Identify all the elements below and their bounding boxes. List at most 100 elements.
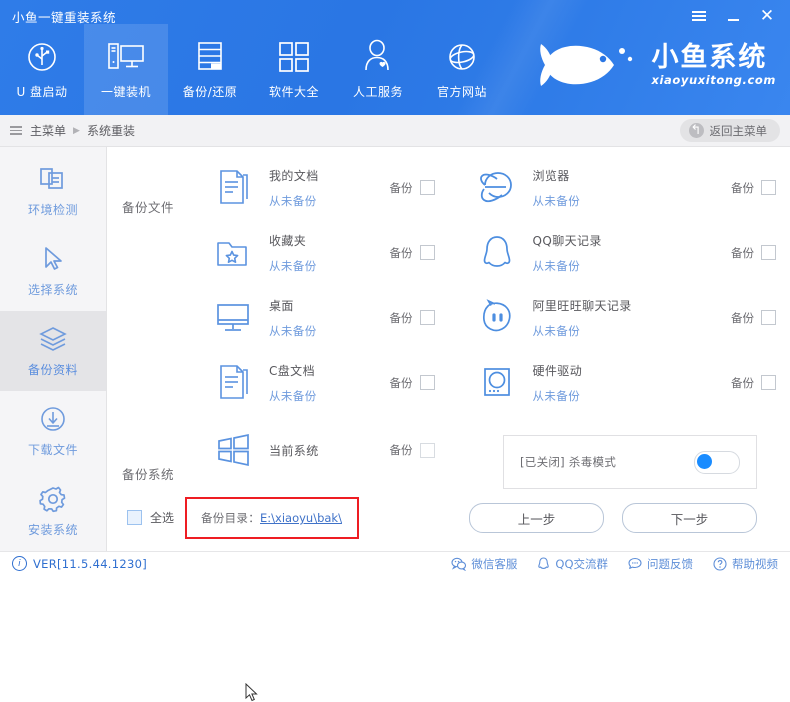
stacked-sheets-icon [37, 324, 69, 354]
backup-checkbox-label: 备份 [390, 180, 413, 196]
nav-item-human-service[interactable]: 人工服务 [336, 24, 420, 115]
minimize-button[interactable] [718, 4, 748, 28]
backup-checkbox[interactable] [420, 180, 435, 195]
windows-logo-icon [205, 432, 261, 468]
qq-penguin-icon [469, 233, 525, 273]
person-heart-icon [361, 35, 395, 79]
select-all-checkbox[interactable] [127, 510, 142, 525]
backup-item-name: QQ聊天记录 [533, 232, 732, 249]
sidebar-item-install-system[interactable]: 安装系统 [0, 471, 106, 551]
backup-item-name: 我的文档 [269, 167, 390, 184]
antivirus-mode-toggle[interactable] [694, 451, 740, 474]
back-to-main-menu-button[interactable]: ↰ 返回主菜单 [680, 119, 781, 142]
backup-item-c-drive-documents[interactable]: C盘文档 从未备份 备份 [117, 350, 449, 415]
antivirus-mode-label: [已关闭] 杀毒模式 [520, 454, 616, 470]
backup-checkbox-group: 备份 [390, 310, 449, 326]
toggle-knob [697, 454, 712, 469]
hard-drive-icon [469, 364, 525, 402]
status-link-feedback[interactable]: 问题反馈 [628, 556, 693, 572]
sidebar-item-environment-check[interactable]: 环境检测 [0, 151, 106, 231]
backup-item-favorites[interactable]: 收藏夹 从未备份 备份 [117, 220, 449, 285]
backup-checkbox[interactable] [761, 310, 776, 325]
status-link-help-video[interactable]: 帮助视频 [713, 556, 778, 572]
grid-squares-icon [277, 35, 311, 79]
layers-copy-icon [38, 164, 68, 194]
nav-item-backup-restore[interactable]: 备份/还原 [168, 24, 252, 115]
backup-item-desktop[interactable]: 桌面 从未备份 备份 [117, 285, 449, 350]
brand-logo: 小鱼系统 xiaoyuxitong.com [535, 34, 776, 96]
backup-item-name: 当前系统 [269, 442, 390, 459]
breadcrumb-separator: ▶ [73, 126, 80, 136]
backup-directory-path[interactable]: E:\xiaoyu\bak\ [260, 511, 342, 525]
nav-label: 官方网站 [437, 83, 487, 100]
nav-label: 软件大全 [269, 83, 319, 100]
backup-directory-highlight: 备份目录： E:\xiaoyu\bak\ [185, 497, 359, 539]
backup-checkbox-group: 备份 [390, 375, 449, 391]
gear-icon [38, 484, 68, 514]
backup-checkbox[interactable] [420, 245, 435, 260]
download-circle-icon [38, 404, 68, 434]
backup-checkbox-group: 备份 [731, 310, 790, 326]
nav-item-one-key-install[interactable]: 一键装机 [84, 24, 168, 115]
backup-checkbox-label: 备份 [731, 245, 754, 261]
breadcrumb-root[interactable]: 主菜单 [30, 122, 66, 139]
wizard-buttons: 上一步 下一步 [469, 503, 757, 533]
sidebar-item-backup-data[interactable]: 备份资料 [0, 311, 106, 391]
sidebar-item-label: 下载文件 [28, 441, 78, 458]
qq-penguin-icon [537, 557, 550, 571]
status-link-label: 帮助视频 [732, 556, 778, 572]
breadcrumb-bar: 主菜单 ▶ 系统重装 ↰ 返回主菜单 [0, 115, 790, 147]
backup-item-status: 从未备份 [269, 193, 390, 209]
backup-checkbox[interactable] [761, 180, 776, 195]
folder-star-icon [205, 235, 261, 271]
nav-item-official-site[interactable]: 官方网站 [420, 24, 504, 115]
backup-checkbox[interactable] [761, 245, 776, 260]
backup-checkbox[interactable] [420, 375, 435, 390]
close-icon: ✕ [760, 8, 774, 25]
status-link-label: 问题反馈 [647, 556, 693, 572]
backup-checkbox[interactable] [420, 310, 435, 325]
backup-checkbox-label: 备份 [390, 375, 413, 391]
backup-item-name: 硬件驱动 [533, 362, 732, 379]
list-menu-icon[interactable] [10, 126, 22, 135]
sidebar-item-label: 环境检测 [28, 201, 78, 218]
backup-checkbox-label: 备份 [390, 310, 413, 326]
backup-item-hardware-driver[interactable]: 硬件驱动 从未备份 备份 [449, 350, 790, 415]
backup-checkbox[interactable] [420, 443, 435, 458]
top-navigation: U 盘启动 一键装机 [0, 24, 504, 115]
status-link-wechat-service[interactable]: 微信客服 [451, 556, 517, 572]
backup-checkbox-group: 备份 [731, 245, 790, 261]
window-controls: ✕ [684, 4, 782, 28]
sidebar-item-select-system[interactable]: 选择系统 [0, 231, 106, 311]
backup-item-name: 桌面 [269, 297, 390, 314]
brand-text: 小鱼系统 xiaoyuxitong.com [651, 44, 776, 87]
next-step-button[interactable]: 下一步 [622, 503, 757, 533]
backup-item-browser[interactable]: 浏览器 从未备份 备份 [449, 155, 790, 220]
backup-checkbox-label: 备份 [731, 375, 754, 391]
backup-checkbox-label: 备份 [390, 245, 413, 261]
info-icon: i [12, 556, 27, 571]
sidebar-item-label: 备份资料 [28, 361, 78, 378]
status-link-qq-group[interactable]: QQ交流群 [537, 556, 608, 572]
nav-label: 人工服务 [353, 83, 403, 100]
section-label-backup-files: 备份文件 [122, 197, 174, 216]
backup-item-text: QQ聊天记录 从未备份 [525, 232, 732, 274]
backup-item-qq-chat[interactable]: QQ聊天记录 从未备份 备份 [449, 220, 790, 285]
status-bar: i VER[11.5.44.1230] 微信客服 QQ交流群 [0, 551, 790, 575]
backup-item-aliwangwang-chat[interactable]: 阿里旺旺聊天记录 从未备份 备份 [449, 285, 790, 350]
menu-button[interactable] [684, 4, 714, 28]
backup-item-text: 硬件驱动 从未备份 [525, 362, 732, 404]
nav-item-usb-boot[interactable]: U 盘启动 [0, 24, 84, 115]
minimize-icon [728, 19, 739, 21]
previous-step-button[interactable]: 上一步 [469, 503, 604, 533]
hamburger-icon [692, 11, 706, 21]
nav-item-software[interactable]: 软件大全 [252, 24, 336, 115]
close-button[interactable]: ✕ [752, 4, 782, 28]
section-label-backup-system: 备份系统 [122, 464, 174, 483]
sidebar-item-download-files[interactable]: 下载文件 [0, 391, 106, 471]
globe-icon [445, 35, 479, 79]
backup-checkbox[interactable] [761, 375, 776, 390]
select-all-group[interactable]: 全选 [127, 509, 174, 526]
backup-item-status: 从未备份 [533, 323, 732, 339]
title-bar: 小鱼一键重装系统 ✕ [0, 0, 790, 115]
